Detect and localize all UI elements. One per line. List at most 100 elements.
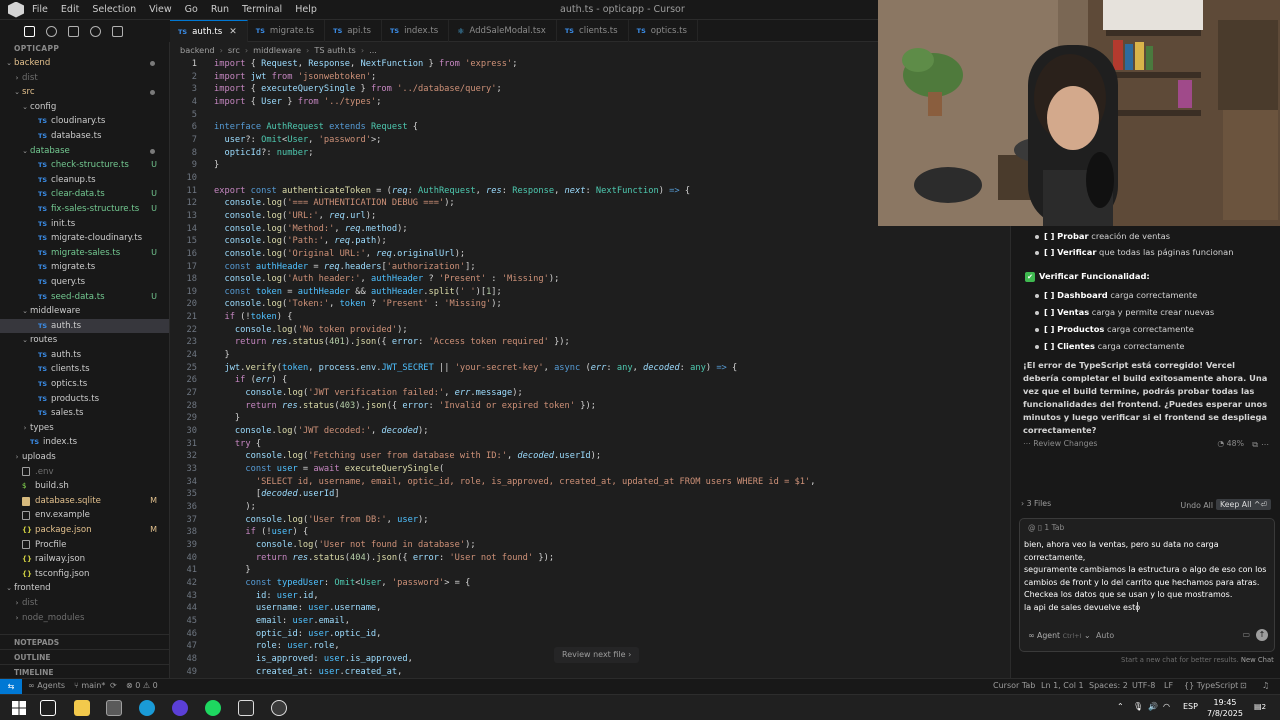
folder-item[interactable]: ⌄ middleware <box>0 304 169 319</box>
editor-tab[interactable]: TS clients.ts <box>557 20 629 42</box>
file-item[interactable]: TS cloudinary.ts <box>0 114 169 129</box>
file-item[interactable]: TS seed-data.ts U <box>0 290 169 305</box>
menu-run[interactable]: Run <box>211 4 229 15</box>
indentation-status[interactable]: Spaces: 2 <box>1089 681 1128 690</box>
context-chip[interactable]: @ ▯ 1 Tab <box>1028 523 1064 532</box>
file-item[interactable]: TS cleanup.ts <box>0 173 169 188</box>
branch-status[interactable]: ⑂ main* <box>74 681 105 690</box>
agent-mode-dropdown[interactable]: ∞ Agent Ctrl+I ⌄ <box>1028 631 1091 640</box>
editor-tab[interactable]: TS index.ts <box>382 20 450 42</box>
file-item[interactable]: {} railway.json <box>0 552 169 567</box>
cursor-tab-status[interactable]: Cursor Tab <box>993 681 1035 690</box>
file-item[interactable]: .env <box>0 465 169 480</box>
file-item[interactable]: TS init.ts <box>0 217 169 232</box>
send-button[interactable]: ↑ <box>1256 629 1268 641</box>
review-next-file-button[interactable]: Review next file › <box>554 647 640 663</box>
undo-all-button[interactable]: Undo All <box>1180 501 1213 510</box>
store-icon[interactable] <box>106 700 122 716</box>
search-icon[interactable] <box>46 25 57 37</box>
cursor-app-icon[interactable] <box>238 700 254 716</box>
menu-terminal[interactable]: Terminal <box>242 4 282 15</box>
file-item[interactable]: TS migrate.ts <box>0 260 169 275</box>
folder-item[interactable]: › node_modules <box>0 611 169 626</box>
editor-tab[interactable]: TS api.ts <box>325 20 382 42</box>
spotify-icon[interactable] <box>205 700 221 716</box>
file-explorer-icon[interactable] <box>74 700 90 716</box>
chat-input-box[interactable]: @ ▯ 1 Tab bien, ahora veo la ventas, per… <box>1019 518 1275 652</box>
extensions-icon[interactable] <box>90 25 101 37</box>
breadcrumb-item[interactable]: middleware <box>253 45 301 55</box>
at-icon[interactable]: @ <box>1028 523 1036 532</box>
browser-icon[interactable] <box>172 700 188 716</box>
wifi-icon[interactable]: ◠ <box>1163 702 1170 711</box>
folder-item[interactable]: ⌄ backend <box>0 56 169 71</box>
outline-section[interactable]: OUTLINE <box>0 649 169 664</box>
cursor-position[interactable]: Ln 1, Col 1 <box>1041 681 1084 690</box>
task-view-icon[interactable] <box>40 700 56 716</box>
obs-icon[interactable] <box>271 700 287 716</box>
file-item[interactable]: TS index.ts <box>0 435 169 450</box>
windows-start-icon[interactable] <box>11 700 27 716</box>
menu-file[interactable]: File <box>32 4 48 15</box>
menu-selection[interactable]: Selection <box>92 4 136 15</box>
system-clock[interactable]: 19:45 7/8/2025 <box>1200 697 1250 719</box>
file-item[interactable]: TS check-structure.ts U <box>0 158 169 173</box>
folder-item[interactable]: ⌄ routes <box>0 333 169 348</box>
close-icon[interactable]: ✕ <box>229 27 237 37</box>
editor-tab[interactable]: ⚛ AddSaleModal.tsx <box>449 20 557 42</box>
folder-item[interactable]: › types <box>0 421 169 436</box>
language-status[interactable]: {} TypeScript <box>1184 681 1238 690</box>
files-icon[interactable] <box>24 25 35 37</box>
speaker-icon[interactable]: 🔊 <box>1148 702 1158 711</box>
bell-icon[interactable]: ♫ <box>1262 681 1269 690</box>
menu-go[interactable]: Go <box>185 4 198 15</box>
editor-tab[interactable]: TS migrate.ts <box>248 20 326 42</box>
notepads-section[interactable]: NOTEPADS <box>0 634 169 649</box>
eol-status[interactable]: LF <box>1164 681 1173 690</box>
file-item[interactable]: TS migrate-cloudinary.ts <box>0 231 169 246</box>
sync-icon[interactable]: ⟳ <box>110 681 117 690</box>
tray-chevron-up-icon[interactable]: ⌃ <box>1117 702 1124 711</box>
problems-status[interactable]: ⊗ 0 ⚠ 0 <box>126 681 158 690</box>
breadcrumb-item[interactable]: src <box>228 45 240 55</box>
agents-status[interactable]: ∞ Agents <box>28 681 65 690</box>
folder-item[interactable]: › dist <box>0 71 169 86</box>
menu-help[interactable]: Help <box>295 4 317 15</box>
file-item[interactable]: TS auth.ts <box>0 348 169 363</box>
file-item[interactable]: TS database.ts <box>0 129 169 144</box>
breadcrumb-item[interactable]: backend <box>180 45 215 55</box>
file-item[interactable]: TS sales.ts <box>0 406 169 421</box>
folder-item[interactable]: ⌄ frontend <box>0 581 169 596</box>
file-item[interactable]: TS migrate-sales.ts U <box>0 246 169 261</box>
image-icon[interactable]: ▭ <box>1242 630 1250 639</box>
editor-tab[interactable]: TS optics.ts <box>629 20 699 42</box>
folder-item[interactable]: › uploads <box>0 450 169 465</box>
menu-view[interactable]: View <box>149 4 172 15</box>
copy-icon[interactable]: ⧉ <box>1252 440 1261 449</box>
changed-files-toggle[interactable]: › 3 Files <box>1021 499 1051 508</box>
timeline-section[interactable]: TIMELINE <box>0 664 169 678</box>
review-changes-button[interactable]: ⋯ Review Changes <box>1023 439 1098 448</box>
editor-tab[interactable]: TS auth.ts ✕ <box>170 20 248 42</box>
file-item[interactable]: TS optics.ts <box>0 377 169 392</box>
chat-prompt-text[interactable]: bien, ahora veo la ventas, pero su data … <box>1024 539 1274 615</box>
folder-item[interactable]: › dist <box>0 596 169 611</box>
encoding-status[interactable]: UTF-8 <box>1132 681 1155 690</box>
breadcrumb-item[interactable]: TS auth.ts <box>314 45 356 55</box>
edge-browser-icon[interactable] <box>139 700 155 716</box>
file-item[interactable]: database.sqlite M <box>0 494 169 509</box>
file-item[interactable]: {} tsconfig.json <box>0 567 169 582</box>
mic-icon[interactable]: 🎙 <box>1133 702 1143 711</box>
file-item[interactable]: Procfile <box>0 538 169 553</box>
more-icon[interactable]: ⋯ <box>1261 440 1272 449</box>
folder-item[interactable]: ⌄ database <box>0 144 169 159</box>
file-item[interactable]: TS auth.ts <box>0 318 169 334</box>
file-item[interactable]: TS clients.ts <box>0 362 169 377</box>
folder-item[interactable]: ⌄ config <box>0 100 169 115</box>
file-item[interactable]: TS query.ts <box>0 275 169 290</box>
grid-icon[interactable] <box>112 25 123 37</box>
source-control-icon[interactable] <box>68 25 79 37</box>
file-item[interactable]: TS products.ts <box>0 392 169 407</box>
chat-actions[interactable]: ⧉⋯ <box>1252 440 1272 450</box>
remote-icon[interactable]: ⇆ <box>0 679 22 694</box>
